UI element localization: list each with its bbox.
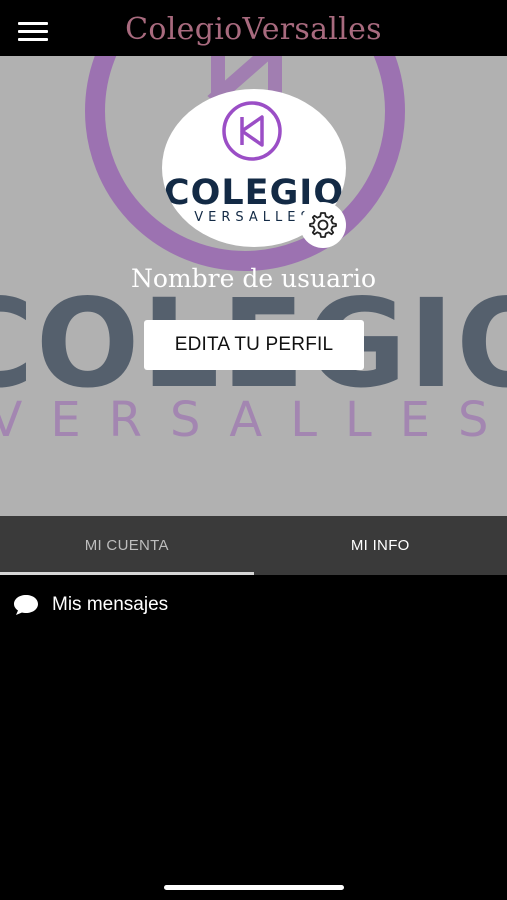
- username: Nombre de usuario: [130, 264, 376, 293]
- tab-bar: MI CUENTA MI INFO: [0, 516, 507, 575]
- tab-label: MI CUENTA: [84, 537, 169, 554]
- edit-profile-button[interactable]: EDITA TU PERFIL: [144, 320, 364, 370]
- tab-mi-info[interactable]: MI INFO: [254, 516, 507, 575]
- tab-label: MI INFO: [350, 537, 410, 554]
- list-item-mis-mensajes[interactable]: Mis mensajes: [0, 575, 507, 635]
- chat-bubble-icon: [14, 595, 38, 615]
- gear-icon[interactable]: [300, 202, 346, 248]
- top-app-bar: ColegioVersalles: [0, 0, 507, 56]
- app-title: ColegioVersalles: [125, 12, 382, 47]
- list-item-label: Mis mensajes: [52, 594, 169, 615]
- home-indicator[interactable]: [164, 885, 344, 890]
- tab-mi-cuenta[interactable]: MI CUENTA: [0, 516, 254, 575]
- menu-list: Mis mensajes: [0, 575, 507, 635]
- profile-header: COLEGIO VERSALLES COLEGIO VERSALLES Nomb…: [0, 56, 507, 516]
- avatar[interactable]: COLEGIO VERSALLES: [162, 89, 346, 248]
